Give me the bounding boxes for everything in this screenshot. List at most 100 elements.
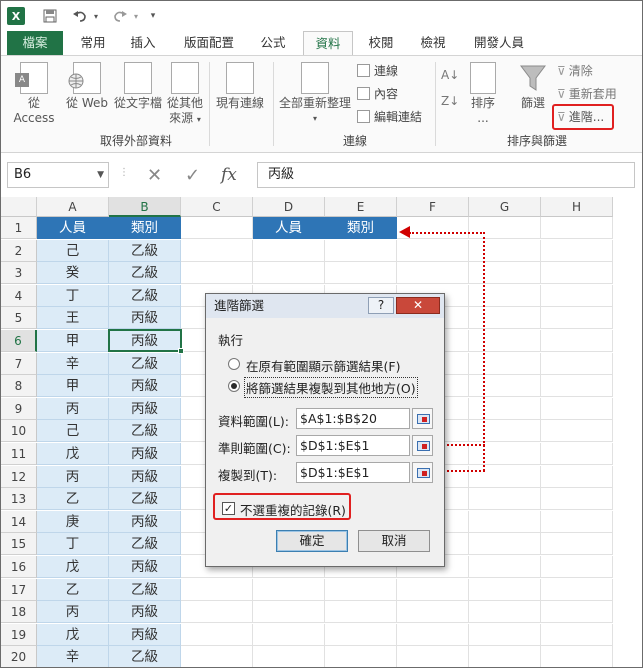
cell-d17[interactable] bbox=[253, 578, 325, 601]
criteria-range-collapse-icon[interactable] bbox=[412, 435, 433, 456]
row-header-12[interactable]: 12 bbox=[1, 465, 37, 488]
row-header-18[interactable]: 18 bbox=[1, 601, 37, 624]
cell-b11[interactable]: 丙級 bbox=[109, 443, 181, 465]
criteria-range-input[interactable]: $D$1:$E$1 bbox=[296, 435, 410, 456]
cell-g15[interactable] bbox=[469, 533, 541, 556]
cell-a13[interactable]: 乙 bbox=[37, 488, 109, 511]
cell-b3[interactable]: 乙級 bbox=[109, 262, 181, 285]
cell-b15[interactable]: 乙級 bbox=[109, 533, 181, 556]
row-header-14[interactable]: 14 bbox=[1, 510, 37, 533]
cell-a15[interactable]: 丁 bbox=[37, 533, 109, 556]
row-header-2[interactable]: 2 bbox=[1, 239, 37, 262]
cell-e1[interactable]: 類別 bbox=[325, 217, 397, 239]
cell-b2[interactable]: 乙級 bbox=[109, 239, 181, 262]
cell-h1[interactable] bbox=[541, 217, 613, 239]
copy-to-collapse-icon[interactable] bbox=[412, 462, 433, 483]
cell-h15[interactable] bbox=[541, 533, 613, 556]
cell-f3[interactable] bbox=[397, 262, 469, 285]
edit-links-button[interactable]: 編輯連結 bbox=[357, 108, 422, 126]
cell-h19[interactable] bbox=[541, 623, 613, 646]
cell-g11[interactable] bbox=[469, 443, 541, 465]
row-header-9[interactable]: 9 bbox=[1, 397, 37, 420]
cell-d20[interactable] bbox=[253, 646, 325, 667]
column-header-h[interactable]: H bbox=[541, 197, 613, 217]
cell-b7[interactable]: 乙級 bbox=[109, 352, 181, 375]
cell-a11[interactable]: 戊 bbox=[37, 443, 109, 465]
filter-in-place-radio[interactable] bbox=[228, 358, 240, 370]
tab-developer[interactable]: 開發人員 bbox=[467, 31, 531, 55]
copy-to-location-label[interactable]: 將篩選結果複製到其他地方(O) bbox=[244, 377, 418, 398]
undo-dropdown-icon[interactable]: ▾ bbox=[91, 7, 101, 25]
cell-b4[interactable]: 乙級 bbox=[109, 284, 181, 307]
from-access-button[interactable]: A 從 Access bbox=[7, 62, 61, 126]
cell-h5[interactable] bbox=[541, 307, 613, 330]
tab-view[interactable]: 檢視 bbox=[411, 31, 455, 55]
cell-h16[interactable] bbox=[541, 556, 613, 578]
cell-b20[interactable]: 乙級 bbox=[109, 646, 181, 667]
cell-h17[interactable] bbox=[541, 578, 613, 601]
cell-g20[interactable] bbox=[469, 646, 541, 667]
tab-formulas[interactable]: 公式 bbox=[251, 31, 295, 55]
column-header-a[interactable]: A bbox=[37, 197, 109, 217]
cell-a7[interactable]: 辛 bbox=[37, 352, 109, 375]
cell-h4[interactable] bbox=[541, 284, 613, 307]
cell-h13[interactable] bbox=[541, 488, 613, 511]
cell-a16[interactable]: 戊 bbox=[37, 556, 109, 578]
cell-b10[interactable]: 乙級 bbox=[109, 420, 181, 443]
cell-a9[interactable]: 丙 bbox=[37, 397, 109, 420]
cell-g12[interactable] bbox=[469, 465, 541, 488]
clear-filter-button[interactable]: ⊽ 清除 bbox=[557, 62, 593, 80]
column-header-b[interactable]: B bbox=[109, 197, 181, 217]
name-box[interactable]: B6 ▼ bbox=[7, 162, 109, 188]
customize-toolbar-icon[interactable]: ▾ bbox=[147, 7, 159, 25]
cell-b16[interactable]: 丙級 bbox=[109, 556, 181, 578]
cell-f19[interactable] bbox=[397, 623, 469, 646]
row-header-13[interactable]: 13 bbox=[1, 488, 37, 511]
resize-handle-icon[interactable]: ⋮ bbox=[119, 167, 129, 178]
cell-e18[interactable] bbox=[325, 601, 397, 624]
cell-c19[interactable] bbox=[181, 623, 253, 646]
undo-icon[interactable] bbox=[71, 7, 89, 25]
row-header-8[interactable]: 8 bbox=[1, 375, 37, 398]
from-text-button[interactable]: 從文字檔 bbox=[111, 62, 165, 111]
column-header-c[interactable]: C bbox=[181, 197, 253, 217]
cell-d18[interactable] bbox=[253, 601, 325, 624]
cell-b5[interactable]: 丙級 bbox=[109, 307, 181, 330]
cell-c18[interactable] bbox=[181, 601, 253, 624]
cell-g10[interactable] bbox=[469, 420, 541, 443]
cell-a1[interactable]: 人員 bbox=[37, 217, 109, 239]
close-button[interactable]: ✕ bbox=[396, 297, 440, 314]
cell-e2[interactable] bbox=[325, 239, 397, 262]
cell-g4[interactable] bbox=[469, 284, 541, 307]
cell-a3[interactable]: 癸 bbox=[37, 262, 109, 285]
existing-connections-button[interactable]: 現有連線 bbox=[213, 62, 267, 111]
cell-h11[interactable] bbox=[541, 443, 613, 465]
reapply-button[interactable]: ⊽ 重新套用 bbox=[557, 85, 617, 103]
cell-h9[interactable] bbox=[541, 397, 613, 420]
connections-button[interactable]: 連線 bbox=[357, 62, 398, 80]
cell-c1[interactable] bbox=[181, 217, 253, 239]
row-header-17[interactable]: 17 bbox=[1, 578, 37, 601]
row-header-3[interactable]: 3 bbox=[1, 262, 37, 285]
cell-g1[interactable] bbox=[469, 217, 541, 239]
cell-a14[interactable]: 庚 bbox=[37, 510, 109, 533]
row-header-10[interactable]: 10 bbox=[1, 420, 37, 443]
sort-asc-icon[interactable]: A↓ bbox=[441, 66, 459, 84]
tab-home[interactable]: 常用 bbox=[71, 31, 115, 55]
cell-g5[interactable] bbox=[469, 307, 541, 330]
row-header-6[interactable]: 6 bbox=[1, 330, 37, 352]
sort-desc-icon[interactable]: Z↓ bbox=[441, 92, 459, 110]
cell-b1[interactable]: 類別 bbox=[109, 217, 181, 239]
ok-button[interactable]: 確定 bbox=[276, 530, 348, 552]
cell-f20[interactable] bbox=[397, 646, 469, 667]
row-header-5[interactable]: 5 bbox=[1, 307, 37, 330]
help-button[interactable]: ? bbox=[368, 297, 394, 314]
sort-button[interactable]: 排序 ... bbox=[465, 62, 501, 126]
cell-g13[interactable] bbox=[469, 488, 541, 511]
cell-a20[interactable]: 辛 bbox=[37, 646, 109, 667]
filter-button[interactable]: 篩選 bbox=[513, 62, 553, 111]
cell-b9[interactable]: 丙級 bbox=[109, 397, 181, 420]
cell-e20[interactable] bbox=[325, 646, 397, 667]
redo-dropdown-icon[interactable]: ▾ bbox=[131, 7, 141, 25]
list-range-collapse-icon[interactable] bbox=[412, 408, 433, 429]
